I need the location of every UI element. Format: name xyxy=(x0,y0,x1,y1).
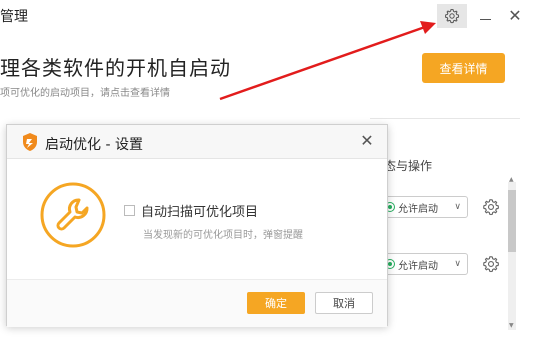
view-details-button[interactable]: 查看详情 xyxy=(422,53,505,83)
settings-button[interactable] xyxy=(437,4,467,28)
dialog-close-button[interactable]: ✕ xyxy=(357,131,377,151)
shield-logo-icon xyxy=(23,133,37,151)
startup-status-value: 允许启动 xyxy=(398,203,438,215)
startup-status-dropdown[interactable]: 允许启动 ∨ xyxy=(380,253,468,275)
auto-scan-checkbox[interactable] xyxy=(124,205,135,216)
close-icon: ✕ xyxy=(508,6,522,25)
startup-status-dropdown[interactable]: 允许启动 ∨ xyxy=(380,196,468,218)
gear-icon xyxy=(444,8,460,24)
window-title: 管理 xyxy=(0,9,28,25)
scrollbar-thumb[interactable] xyxy=(508,190,516,252)
page-headline: 理各类软件的开机自启动 xyxy=(0,56,231,80)
list-scrollbar[interactable]: ▲ ▼ xyxy=(508,176,516,330)
row-settings-gear-icon[interactable] xyxy=(482,255,500,273)
dialog-footer: 确定 取消 xyxy=(7,279,387,327)
list-row-controls: 允许启动 ∨ xyxy=(380,196,520,220)
wrench-icon xyxy=(40,182,106,248)
page-subline: 项可优化的启动项目，请点击查看详情 xyxy=(0,88,170,99)
dialog-header: 启动优化 - 设置 ✕ xyxy=(7,125,387,159)
column-header-status-actions: 态与操作 xyxy=(384,159,433,173)
list-row-controls: 允许启动 ∨ xyxy=(380,253,520,277)
auto-scan-label: 自动扫描可优化项目 xyxy=(141,205,259,220)
chevron-down-icon: ∨ xyxy=(454,202,461,212)
chevron-down-icon: ∨ xyxy=(454,259,461,269)
scroll-down-icon[interactable]: ▼ xyxy=(509,322,514,329)
startup-optimization-settings-dialog: 启动优化 - 设置 ✕ 自动扫描可优化项目 当发现新的可优化项目时，弹窗提醒 确… xyxy=(6,124,388,327)
dialog-title: 启动优化 - 设置 xyxy=(45,137,143,153)
confirm-button[interactable]: 确定 xyxy=(247,292,305,314)
auto-scan-hint: 当发现新的可优化项目时，弹窗提醒 xyxy=(143,230,303,241)
minimize-button[interactable] xyxy=(476,6,496,26)
auto-scan-option: 自动扫描可优化项目 xyxy=(124,201,258,220)
list-column-header: 态与操作 xyxy=(370,118,520,198)
startup-status-value: 允许启动 xyxy=(398,260,438,272)
row-settings-gear-icon[interactable] xyxy=(482,198,500,216)
close-icon: ✕ xyxy=(360,131,374,150)
scroll-up-icon[interactable]: ▲ xyxy=(509,176,514,183)
cancel-button[interactable]: 取消 xyxy=(315,292,373,314)
close-button[interactable]: ✕ xyxy=(505,6,525,26)
